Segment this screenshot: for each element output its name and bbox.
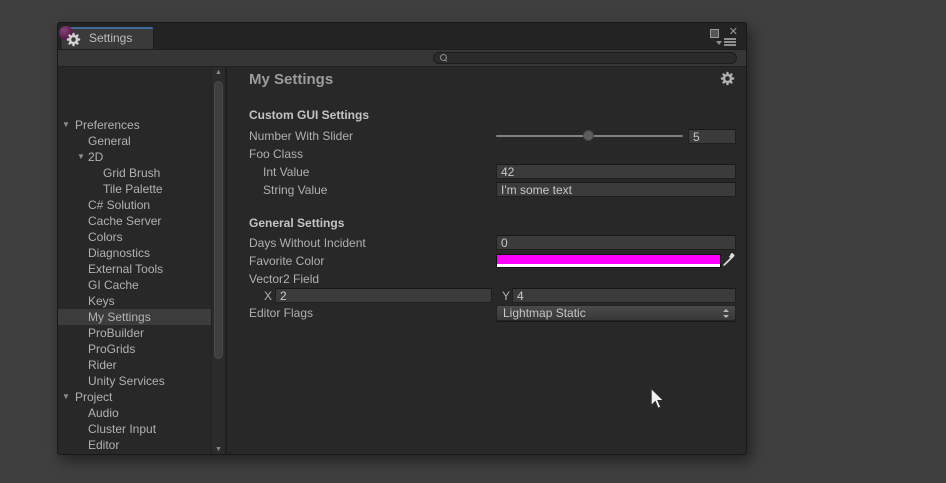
editor-flags-label: Editor Flags <box>249 306 313 321</box>
sidebar-divider <box>225 67 227 455</box>
days-without-incident-label: Days Without Incident <box>249 236 366 251</box>
sidebar-item-rider[interactable]: Rider <box>58 357 211 373</box>
vector2-field-label: Vector2 Field <box>249 272 319 287</box>
title-bar[interactable]: Settings ✕ <box>58 23 746 49</box>
favorite-color-label: Favorite Color <box>249 254 324 269</box>
number-slider-value-field[interactable] <box>688 129 736 144</box>
settings-tree: ▼Preferences General ▼2D Grid Brush Tile… <box>58 67 211 455</box>
scrollbar-thumb[interactable] <box>214 81 223 359</box>
mouse-cursor <box>648 387 666 413</box>
string-value-field[interactable] <box>496 182 736 197</box>
search-icon <box>440 54 448 62</box>
sidebar-item-progrids[interactable]: ProGrids <box>58 341 211 357</box>
sidebar-item-diagnostics[interactable]: Diagnostics <box>58 245 211 261</box>
vector2-y-label: Y <box>502 289 510 304</box>
eyedropper-icon[interactable] <box>721 251 736 267</box>
settings-window: Settings ✕ <box>57 22 747 455</box>
sidebar-item-preferences[interactable]: ▼Preferences <box>58 117 211 133</box>
maximize-icon[interactable] <box>710 29 719 38</box>
string-value-label: String Value <box>263 183 327 198</box>
screen: { "icons": { "tree_expanded_glyph": "▼",… <box>0 0 946 483</box>
number-with-slider-label: Number With Slider <box>249 129 353 144</box>
favorite-color-swatch[interactable] <box>496 254 721 268</box>
color-alpha-bar <box>497 264 720 267</box>
sidebar-item-my-settings[interactable]: My Settings <box>58 309 225 325</box>
expand-triangle-icon[interactable]: ▼ <box>77 149 85 165</box>
menu-triangle-icon <box>716 41 722 45</box>
int-value-label: Int Value <box>263 165 309 180</box>
sidebar-item-unity-services[interactable]: Unity Services <box>58 373 211 389</box>
search-input[interactable] <box>450 53 724 65</box>
search-field[interactable] <box>433 52 737 64</box>
page-title: My Settings <box>249 71 333 88</box>
expand-triangle-icon[interactable]: ▼ <box>62 389 70 405</box>
settings-window-icon <box>59 24 85 48</box>
sidebar-item-tile-palette[interactable]: Tile Palette <box>58 181 211 197</box>
days-without-incident-field[interactable] <box>496 235 736 250</box>
section-general-settings: General Settings <box>249 216 344 230</box>
search-toolbar <box>58 49 746 67</box>
sidebar-item-csharp-solution[interactable]: C# Solution <box>58 197 211 213</box>
sidebar-item-graphics[interactable]: Graphics <box>58 453 211 455</box>
sidebar-item-gi-cache[interactable]: GI Cache <box>58 277 211 293</box>
settings-gear-icon <box>66 32 81 47</box>
dropdown-arrows-icon <box>723 309 730 318</box>
scroll-down-icon[interactable]: ▼ <box>212 445 225 455</box>
editor-flags-dropdown[interactable]: Lightmap Static <box>496 305 736 321</box>
close-icon[interactable]: ✕ <box>729 26 738 38</box>
sidebar-item-2d[interactable]: ▼2D <box>58 149 211 165</box>
section-custom-gui-settings: Custom GUI Settings <box>249 108 369 122</box>
sidebar-item-project[interactable]: ▼Project <box>58 389 211 405</box>
sidebar-item-keys[interactable]: Keys <box>58 293 211 309</box>
window-menu-icon[interactable] <box>716 38 738 47</box>
sidebar-item-cluster-input[interactable]: Cluster Input <box>58 421 211 437</box>
tab-settings-label: Settings <box>89 31 132 45</box>
scroll-up-icon[interactable]: ▲ <box>212 68 225 78</box>
editor-flags-value: Lightmap Static <box>503 306 586 320</box>
sidebar-item-probuilder[interactable]: ProBuilder <box>58 325 211 341</box>
expand-triangle-icon[interactable]: ▼ <box>62 117 70 133</box>
sidebar-item-external-tools[interactable]: External Tools <box>58 261 211 277</box>
sidebar-item-grid-brush[interactable]: Grid Brush <box>58 165 211 181</box>
vector2-x-label: X <box>264 289 272 304</box>
sidebar-item-cache-server[interactable]: Cache Server <box>58 213 211 229</box>
window-controls: ✕ <box>706 27 740 47</box>
vector2-y-field[interactable] <box>512 288 736 303</box>
menu-hamburger-icon <box>724 38 736 47</box>
sidebar-item-colors[interactable]: Colors <box>58 229 211 245</box>
color-rgb-bar <box>497 255 720 264</box>
int-value-field[interactable] <box>496 164 736 179</box>
sidebar-scrollbar[interactable]: ▲ ▼ <box>211 67 225 455</box>
vector2-x-field[interactable] <box>275 288 492 303</box>
sidebar-item-editor[interactable]: Editor <box>58 437 211 453</box>
sidebar-item-general[interactable]: General <box>58 133 211 149</box>
panel-gear-icon[interactable] <box>720 71 735 86</box>
foo-class-label: Foo Class <box>249 147 303 162</box>
number-slider-handle[interactable] <box>583 130 594 141</box>
sidebar-item-audio[interactable]: Audio <box>58 405 211 421</box>
